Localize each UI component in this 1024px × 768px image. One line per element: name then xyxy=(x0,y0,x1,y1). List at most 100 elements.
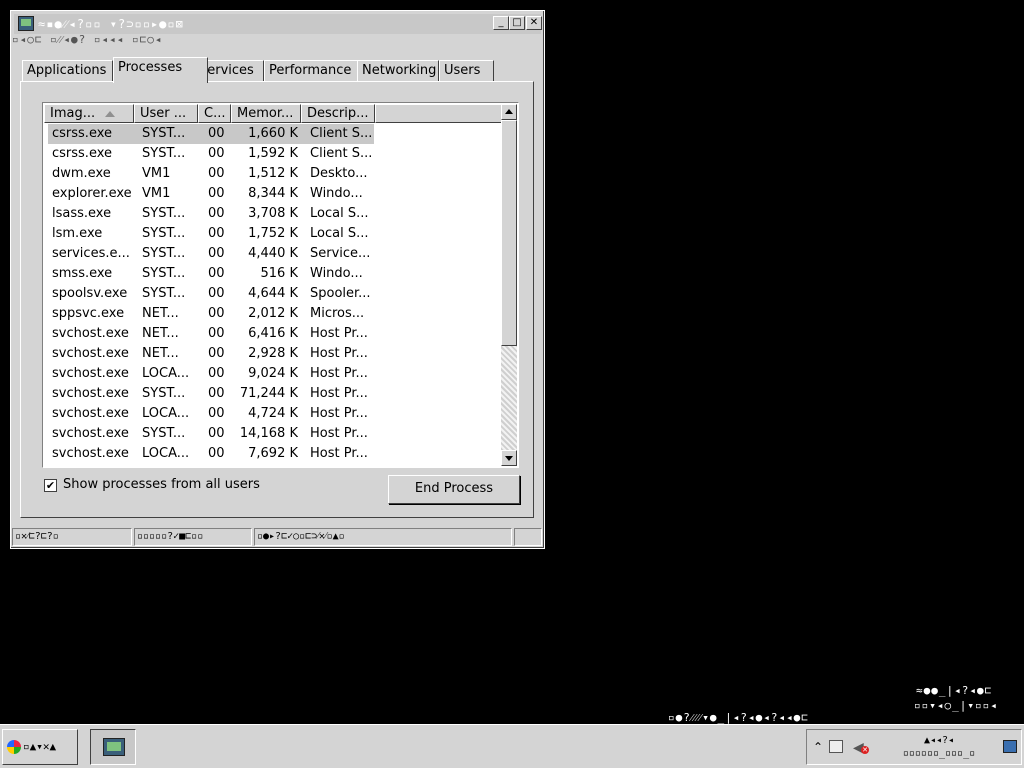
table-row[interactable]: svchost.exe LOCA... 00 7,692 K Host Pr... xyxy=(48,444,374,464)
cell-memory: 7,692 K xyxy=(248,446,298,461)
cell-cpu: 00 xyxy=(208,246,225,261)
cell-user-name: SYST... xyxy=(142,266,186,281)
tab-networking[interactable]: Networking xyxy=(357,60,439,82)
cell-cpu: 00 xyxy=(208,346,225,361)
table-row[interactable]: smss.exe SYST... 00 516 K Windo... xyxy=(48,264,374,284)
cell-image-name: svchost.exe xyxy=(52,326,129,341)
table-row[interactable]: spoolsv.exe SYST... 00 4,644 K Spooler... xyxy=(48,284,374,304)
start-button[interactable]: ▫▲▾✕▲ xyxy=(2,729,78,765)
cell-image-name: csrss.exe xyxy=(52,146,113,161)
cell-memory: 71,244 K xyxy=(239,386,298,401)
vertical-scrollbar[interactable] xyxy=(501,104,517,466)
cell-description: Windo... xyxy=(310,266,363,281)
column-user-name[interactable]: User ... xyxy=(134,104,198,123)
cell-image-name: svchost.exe xyxy=(52,346,129,361)
cell-cpu: 00 xyxy=(208,386,225,401)
cell-image-name: explorer.exe xyxy=(52,186,132,201)
column-image-name[interactable]: Imag... xyxy=(44,104,134,123)
list-header: Imag... User ... C... Memor... Descrip..… xyxy=(44,104,501,123)
clock[interactable]: ▲◂◂?◂ ▫▫▫▫▫▫_▫▫▫_▫ xyxy=(879,734,999,760)
cell-cpu: 00 xyxy=(208,446,225,461)
table-row[interactable]: lsm.exe SYST... 00 1,752 K Local S... xyxy=(48,224,374,244)
scroll-down-icon[interactable] xyxy=(501,450,517,466)
cell-user-name: NET... xyxy=(142,346,179,361)
table-row[interactable]: dwm.exe VM1 00 1,512 K Deskto... xyxy=(48,164,374,184)
cell-image-name: csrss.exe xyxy=(52,126,113,141)
tab-processes[interactable]: Processes xyxy=(113,57,208,83)
table-row[interactable]: svchost.exe LOCA... 00 9,024 K Host Pr... xyxy=(48,364,374,384)
cell-cpu: 00 xyxy=(208,166,225,181)
cell-image-name: dwm.exe xyxy=(52,166,111,181)
cell-image-name: svchost.exe xyxy=(52,406,129,421)
scroll-track[interactable] xyxy=(501,346,517,450)
cell-cpu: 00 xyxy=(208,326,225,341)
cell-user-name: SYST... xyxy=(142,206,186,221)
cell-image-name: lsm.exe xyxy=(52,226,103,241)
process-list[interactable]: Imag... User ... C... Memor... Descrip..… xyxy=(42,102,519,468)
cell-cpu: 00 xyxy=(208,366,225,381)
show-desktop-icon[interactable] xyxy=(1003,740,1017,753)
cell-user-name: LOCA... xyxy=(142,366,190,381)
table-row[interactable]: csrss.exe SYST... 00 1,592 K Client S... xyxy=(48,144,374,164)
desktop-notice-line-2: ▫▫▾◂○_|▾▫▫◂ xyxy=(914,699,998,712)
table-row[interactable]: svchost.exe NET... 00 2,928 K Host Pr... xyxy=(48,344,374,364)
menu-bar[interactable]: ▫◂○⊏ ▫⁄⁄◂●? ▫◂◂◂ ▫⊏○◂ xyxy=(12,33,163,51)
tab-performance[interactable]: Performance xyxy=(264,60,359,82)
cell-description: Host Pr... xyxy=(310,386,368,401)
column-cpu[interactable]: C... xyxy=(198,104,231,123)
column-description[interactable]: Descrip... xyxy=(301,104,375,123)
title-bar[interactable]: ≈▪●⁄⁄◂?▫▫ ▾?⊃▫▫▸●▫⊠ _ □ ✕ xyxy=(14,14,542,34)
cell-description: Host Pr... xyxy=(310,446,368,461)
task-manager-app-icon[interactable] xyxy=(18,16,34,31)
task-manager-icon xyxy=(103,738,125,756)
table-row[interactable]: services.e... SYST... 00 4,440 K Service... xyxy=(48,244,374,264)
cell-user-name: SYST... xyxy=(142,146,186,161)
status-processes: ▫✕⁄⊏?⊏?▫ xyxy=(12,528,132,546)
cell-memory: 516 K xyxy=(260,266,298,281)
cell-image-name: svchost.exe xyxy=(52,366,129,381)
table-row[interactable]: svchost.exe NET... 00 6,416 K Host Pr... xyxy=(48,324,374,344)
cell-cpu: 00 xyxy=(208,406,225,421)
taskbar-item-task-manager[interactable] xyxy=(90,729,136,765)
cell-user-name: SYST... xyxy=(142,226,186,241)
cell-image-name: svchost.exe xyxy=(52,386,129,401)
table-row[interactable]: svchost.exe SYST... 00 71,244 K Host Pr... xyxy=(48,384,374,404)
table-row[interactable]: explorer.exe VM1 00 8,344 K Windo... xyxy=(48,184,374,204)
checkmark-icon: ✔ xyxy=(45,479,56,492)
show-hidden-icons-icon[interactable]: ⌃ xyxy=(813,740,823,754)
cell-user-name: SYST... xyxy=(142,386,186,401)
table-row[interactable]: svchost.exe LOCA... 00 4,724 K Host Pr... xyxy=(48,404,374,424)
cell-user-name: NET... xyxy=(142,326,179,341)
tab-applications[interactable]: Applications xyxy=(22,60,113,82)
maximize-button[interactable]: □ xyxy=(509,16,525,30)
cell-description: Host Pr... xyxy=(310,426,368,441)
table-row[interactable]: csrss.exe SYST... 00 1,660 K Client S... xyxy=(48,124,374,144)
tab-users[interactable]: Users xyxy=(439,60,494,82)
network-icon[interactable] xyxy=(829,740,843,753)
close-button[interactable]: ✕ xyxy=(526,16,542,30)
scroll-up-icon[interactable] xyxy=(501,104,517,120)
cell-memory: 2,928 K xyxy=(248,346,298,361)
cell-cpu: 00 xyxy=(208,186,225,201)
end-process-button[interactable]: End Process xyxy=(388,475,520,504)
cell-memory: 1,512 K xyxy=(248,166,298,181)
cell-description: Client S... xyxy=(310,146,373,161)
status-cpu: ▫▫▫▫▫?✓■⊏▫▫ xyxy=(134,528,252,546)
show-all-users-checkbox[interactable]: ✔ xyxy=(44,479,57,492)
column-memory[interactable]: Memor... xyxy=(231,104,301,123)
cell-image-name: sppsvc.exe xyxy=(52,306,125,321)
desktop-notice-line-3: ▫●?⁄⁄⁄⁄▾●_|◂?◂●◂?◂◂●⊏ xyxy=(668,711,809,724)
cell-memory: 9,024 K xyxy=(248,366,298,381)
volume-muted-icon: ✕ xyxy=(861,746,869,754)
scroll-thumb[interactable] xyxy=(501,120,517,346)
size-grip[interactable] xyxy=(514,528,542,546)
table-row[interactable]: lsass.exe SYST... 00 3,708 K Local S... xyxy=(48,204,374,224)
table-row[interactable]: sppsvc.exe NET... 00 2,012 K Micros... xyxy=(48,304,374,324)
show-all-users-label[interactable]: Show processes from all users xyxy=(63,477,260,492)
clock-line-1: ▲◂◂?◂ xyxy=(923,735,955,746)
minimize-button[interactable]: _ xyxy=(493,16,509,30)
cell-user-name: SYST... xyxy=(142,126,186,141)
table-row[interactable]: svchost.exe SYST... 00 14,168 K Host Pr... xyxy=(48,424,374,444)
cell-cpu: 00 xyxy=(208,286,225,301)
cell-user-name: VM1 xyxy=(142,186,171,201)
